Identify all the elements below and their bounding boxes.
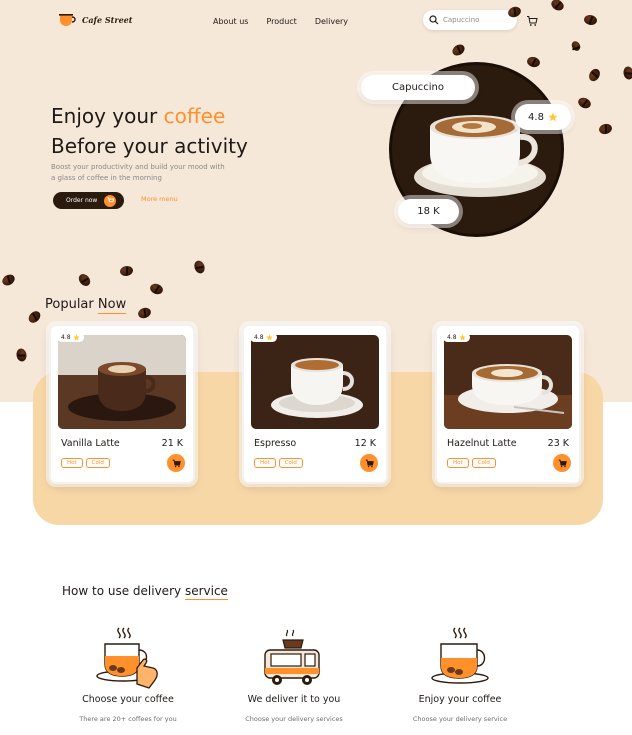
featured-name-badge: Capuccino	[361, 75, 475, 100]
cart-icon	[558, 459, 567, 467]
hero-title: Enjoy your coffee Before your activity	[51, 104, 248, 158]
tag-cold[interactable]: Cold	[471, 458, 496, 468]
featured-price-badge: 18 K	[398, 199, 459, 224]
star-icon	[548, 112, 558, 122]
product-rating: 4.8	[57, 333, 84, 342]
logo[interactable]: Cafe Street	[58, 13, 132, 27]
order-now-button[interactable]: Order now	[53, 192, 124, 209]
coffee-cup-logo-icon	[59, 14, 76, 26]
popular-section-title: Popular Now	[45, 297, 127, 314]
cart-icon	[104, 194, 117, 207]
step-title: Enjoy your coffee	[418, 694, 502, 705]
cart-icon[interactable]	[526, 15, 538, 27]
delivery-step-deliver: We deliver it to you Choose your deliver…	[214, 620, 374, 723]
delivery-step-enjoy: Enjoy your coffee Choose your delivery s…	[380, 620, 540, 723]
step-description: Choose your delivery services	[245, 715, 343, 723]
tag-cold[interactable]: Cold	[278, 458, 303, 468]
logo-text: Cafe Street	[82, 15, 133, 25]
add-to-cart-button[interactable]	[360, 454, 378, 472]
product-name: Hazelnut Latte	[447, 438, 517, 449]
coffee-hand-icon	[48, 620, 208, 690]
delivery-truck-icon	[214, 620, 374, 690]
step-title: Choose your coffee	[82, 694, 174, 705]
main-nav: About us Product Delivery	[213, 17, 348, 26]
step-description: There are 20+ coffees for you	[79, 715, 177, 723]
cart-icon	[365, 459, 374, 467]
coffee-cup-icon	[380, 620, 540, 690]
tag-cold[interactable]: Cold	[85, 458, 110, 468]
product-price: 21 K	[161, 438, 183, 449]
add-to-cart-button[interactable]	[167, 454, 185, 472]
step-title: We deliver it to you	[247, 694, 341, 705]
product-rating: 4.8	[443, 333, 470, 342]
product-card-vanilla-latte[interactable]: 4.8 Vanilla Latte 21 K Hot Cold	[49, 324, 195, 484]
search-icon	[429, 15, 439, 25]
delivery-step-choose: Choose your coffee There are 20+ coffees…	[48, 620, 208, 723]
star-icon	[265, 334, 273, 341]
search-box[interactable]	[423, 10, 517, 30]
star-icon	[458, 334, 466, 341]
product-price: 12 K	[354, 438, 376, 449]
product-image	[444, 335, 572, 429]
search-input[interactable]	[443, 16, 513, 24]
tag-hot[interactable]: Hot	[61, 458, 83, 468]
product-rating: 4.8	[250, 333, 277, 342]
cart-icon	[172, 459, 181, 467]
product-price: 23 K	[547, 438, 569, 449]
product-card-espresso[interactable]: 4.8 Espresso 12 K Hot Cold	[242, 324, 388, 484]
hero-subtitle: Boost your productivity and build your m…	[51, 163, 225, 182]
tag-hot[interactable]: Hot	[447, 458, 469, 468]
tag-hot[interactable]: Hot	[254, 458, 276, 468]
product-image	[251, 335, 379, 429]
order-now-label: Order now	[66, 197, 98, 204]
star-icon	[72, 334, 80, 341]
delivery-section-title: How to use delivery service	[62, 584, 228, 600]
step-description: Choose your delivery service	[412, 715, 508, 723]
featured-rating-badge: 4.8	[515, 104, 571, 130]
more-menu-link[interactable]: More menu	[141, 195, 178, 203]
product-name: Vanilla Latte	[61, 438, 120, 449]
nav-product[interactable]: Product	[266, 17, 296, 26]
product-card-hazelnut-latte[interactable]: 4.8 Hazelnut Latte 23 K Hot Cold	[435, 324, 581, 484]
product-image	[58, 335, 186, 429]
nav-about-us[interactable]: About us	[213, 17, 248, 26]
nav-delivery[interactable]: Delivery	[315, 17, 348, 26]
product-name: Espresso	[254, 438, 297, 449]
add-to-cart-button[interactable]	[553, 454, 571, 472]
